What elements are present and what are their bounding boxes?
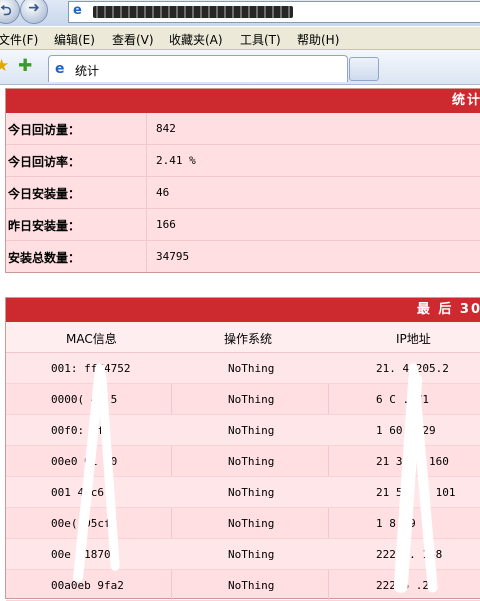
stat-row: 安装总数量： 34795 [6, 241, 480, 272]
stat-label: 今日回访率： [8, 155, 81, 169]
os-cell: NoThing [228, 548, 275, 561]
recent-rows: 001: ff74752 NoThing 21. 4 205.2 0000( 4b … [6, 353, 480, 601]
menu-tools[interactable]: 工具(T) [240, 31, 281, 48]
os-cell: NoThing [228, 455, 275, 468]
favorites-bar: ★ ✚ e 统计 [0, 50, 480, 85]
ie-tab-icon: e [55, 61, 65, 77]
stat-label: 今日回访量： [8, 123, 81, 137]
stat-label: 安装总数量： [8, 251, 81, 265]
os-cell: NoThing [228, 486, 275, 499]
os-cell: NoThing [228, 362, 275, 375]
add-favorite-icon[interactable]: ✚ [18, 57, 32, 75]
stat-row: 今日回访量： 842 [6, 113, 480, 145]
address-toolbar: ⮌ ➜ e [0, 0, 480, 26]
stat-label: 今日安装量： [8, 187, 81, 201]
redacted-url [93, 6, 293, 18]
stat-label: 昨日安装量： [8, 219, 81, 233]
new-tab-button[interactable] [349, 57, 379, 81]
address-bar[interactable]: e [68, 1, 480, 23]
forward-button[interactable]: ➜ [20, 0, 48, 24]
recent-panel: 最 后 30 MAC信息 操作系统 IP地址 001: ff74752 NoThi… [5, 297, 480, 601]
tab-label: 统计 [75, 64, 100, 78]
page-content: 统计 今日回访量： 842 今日回访率： 2.41 % 今日安装量： 46 昨日安装量… [0, 85, 480, 601]
back-button[interactable]: ⮌ [0, 0, 20, 24]
ip-cell: 21 54. 2 101 [376, 486, 456, 499]
forward-arrow-icon: ➜ [28, 0, 40, 16]
mac-cell: 001: ff74752 [51, 362, 131, 375]
table-header: MAC信息 操作系统 IP地址 [6, 322, 480, 353]
tab-stats[interactable]: e 统计 [48, 55, 348, 82]
column-ip: IP地址 [396, 332, 431, 346]
column-mac: MAC信息 [66, 332, 117, 346]
stats-header: 统计 [6, 89, 480, 113]
mac-cell: 001 48c6 [51, 486, 104, 499]
stat-value: 46 [156, 186, 170, 199]
menu-help[interactable]: 帮助(H) [297, 31, 339, 48]
stat-row: 今日安装量： 46 [6, 177, 480, 209]
stat-row: 今日回访率： 2.41 % [6, 145, 480, 177]
os-cell: NoThing [228, 424, 275, 437]
stat-value: 842 [156, 122, 176, 135]
os-cell: NoThing [228, 517, 275, 530]
os-cell: NoThing [228, 393, 275, 406]
recent-header: 最 后 30 [6, 298, 480, 322]
column-os: 操作系统 [224, 332, 273, 346]
menu-edit[interactable]: 编辑(E) [54, 31, 95, 48]
stat-value: 166 [156, 218, 176, 231]
stats-panel: 统计 今日回访量： 842 今日回访率： 2.41 % 今日安装量： 46 昨日安装量… [5, 88, 480, 273]
os-cell: NoThing [228, 579, 275, 592]
stat-value: 2.41 % [156, 154, 196, 167]
ie-page-icon: e [73, 3, 82, 18]
mac-cell: 00a0eb 9fa2 [51, 579, 124, 592]
back-arrow-icon: ⮌ [0, 3, 12, 19]
menu-favorites[interactable]: 收藏夹(A) [169, 31, 223, 48]
stat-row: 昨日安装量： 166 [6, 209, 480, 241]
menu-view[interactable]: 查看(V) [112, 31, 154, 48]
stat-value: 34795 [156, 250, 190, 263]
menu-file[interactable]: 文件(F) [0, 31, 38, 48]
menu-bar: 文件(F) 编辑(E) 查看(V) 收藏夹(A) 工具(T) 帮助(H) [0, 27, 480, 50]
favorites-star-icon[interactable]: ★ [0, 57, 9, 75]
